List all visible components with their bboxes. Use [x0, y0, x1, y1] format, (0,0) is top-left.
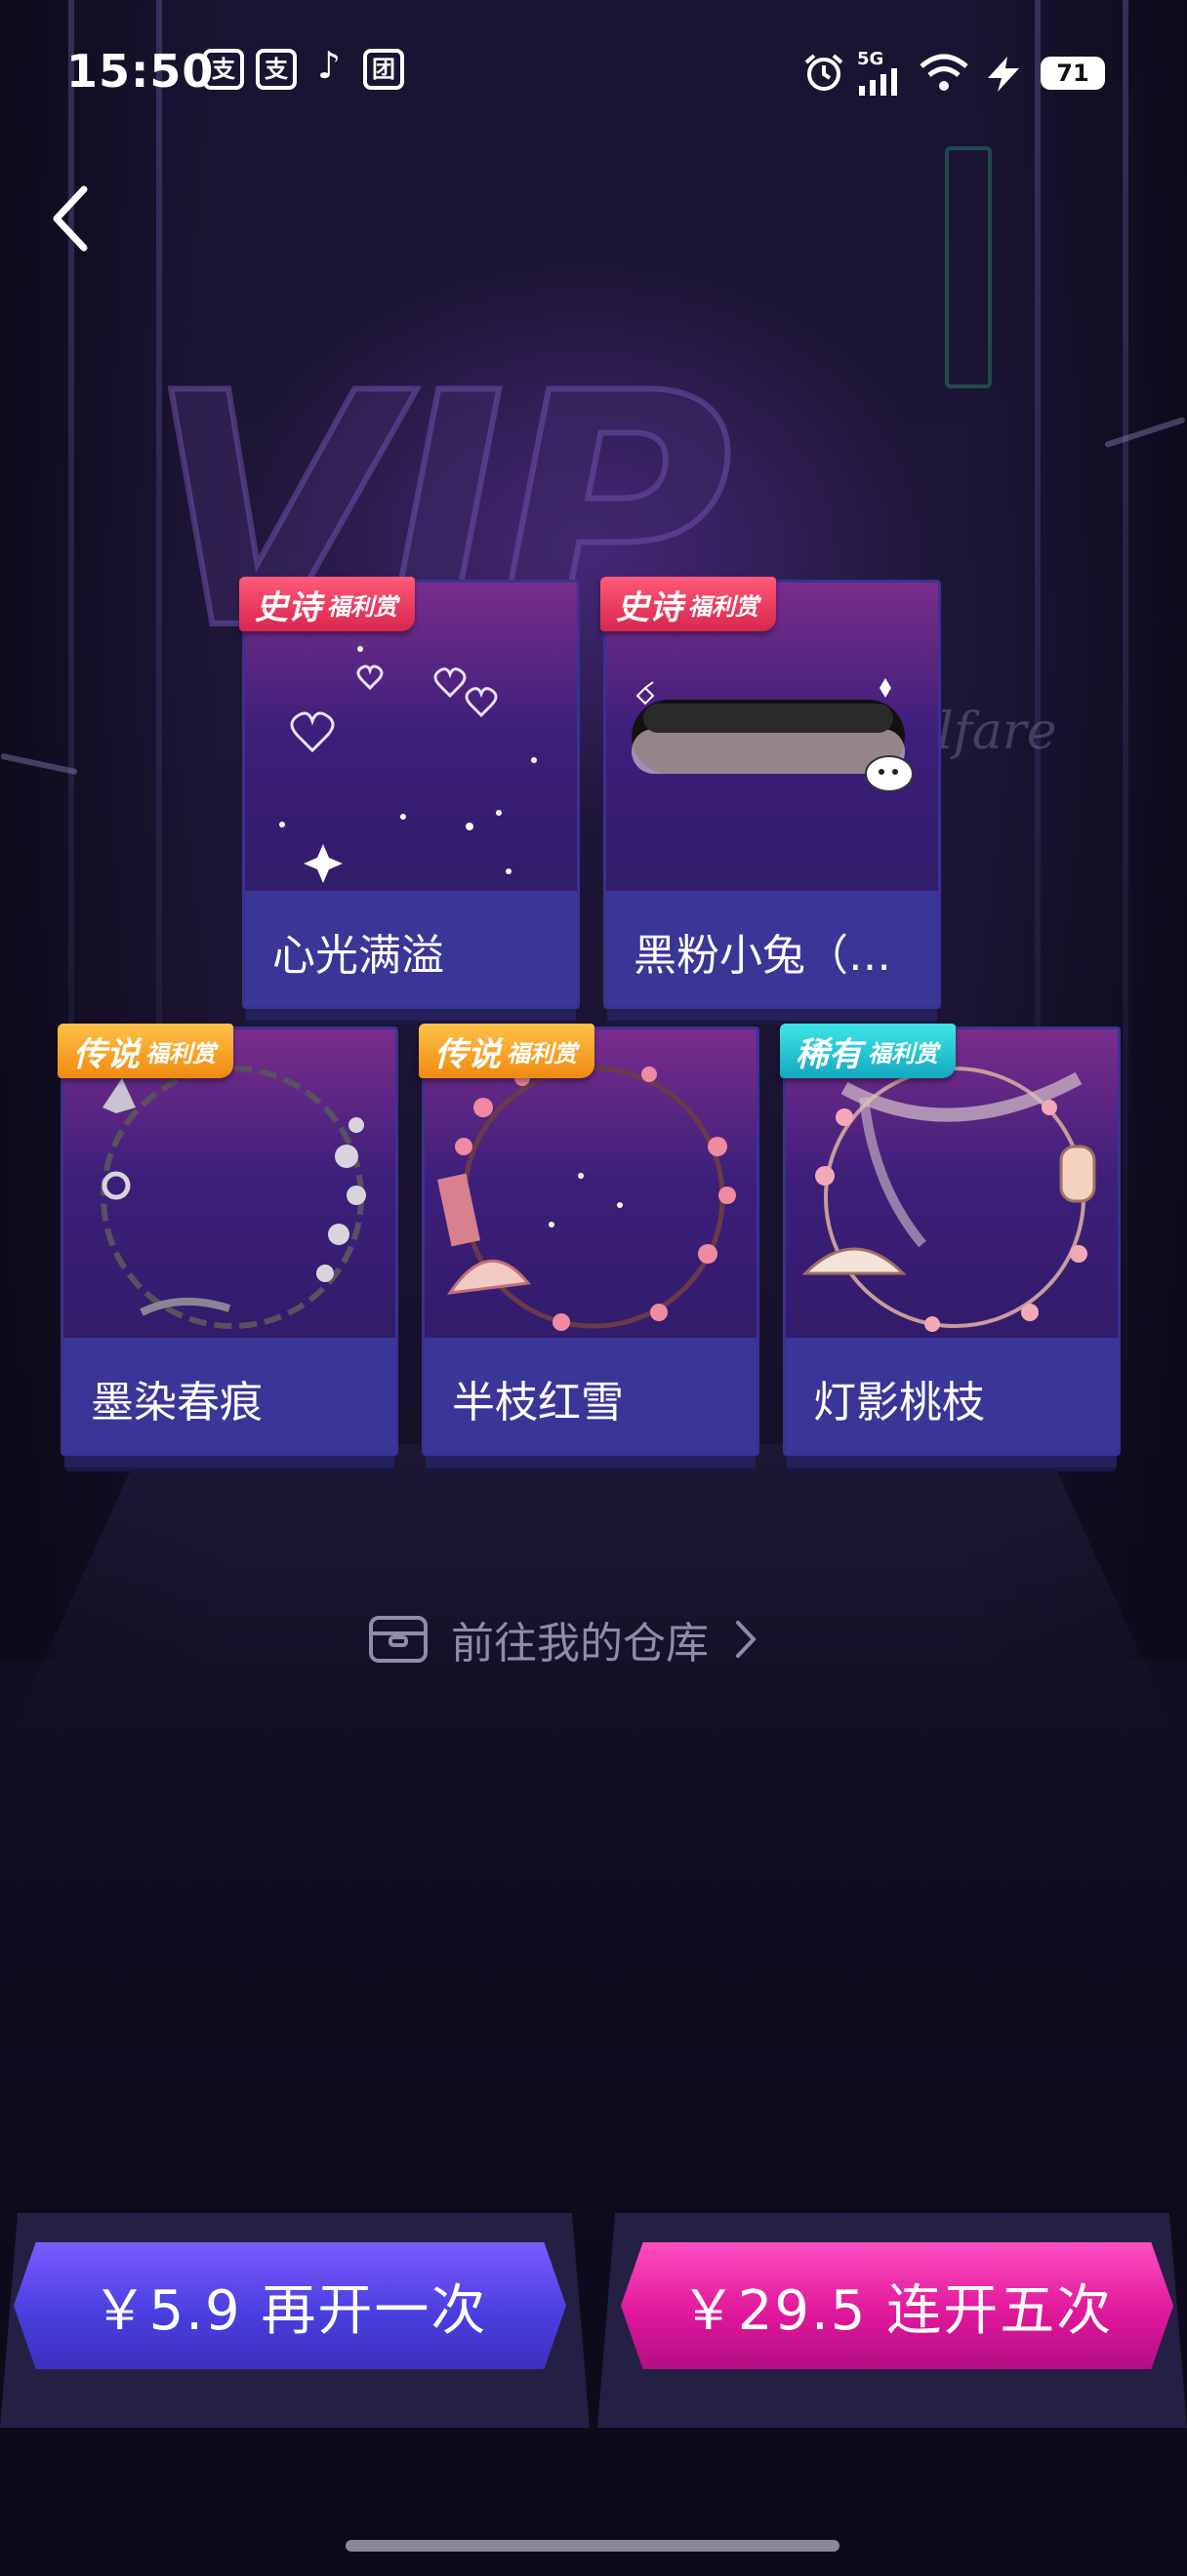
card-name-area: 墨染春痕 [63, 1338, 395, 1453]
douyin-icon: ♪ [316, 44, 342, 87]
open-again-button[interactable]: ￥5.9 再开一次 [14, 2242, 566, 2369]
status-bar: 15:50 支 支 ♪ 团 5G 71 [0, 0, 1187, 146]
rarity-badge: 史诗 福利赏 [600, 577, 776, 631]
box-icon [369, 1616, 428, 1663]
card-name-area: 半枝红雪 [425, 1338, 757, 1453]
charging-icon [988, 57, 1019, 92]
reward-card[interactable]: 史诗 福利赏 心光满溢 [239, 577, 580, 1009]
rarity-badge: 史诗 福利赏 [239, 577, 415, 631]
alarm-icon [804, 54, 843, 91]
chevron-right-icon [736, 1621, 757, 1658]
neon-sign [945, 146, 992, 388]
card-name-area: 灯影桃枝 [786, 1338, 1118, 1453]
reward-card[interactable]: 传说 福利赏 墨染春痕 [58, 1024, 398, 1456]
warehouse-link-label: 前往我的仓库 [451, 1619, 709, 1669]
rarity-badge: 传说 福利赏 [419, 1024, 594, 1078]
wifi-icon [920, 54, 968, 91]
signal-icon [859, 68, 897, 96]
background-stripe [1123, 0, 1128, 1464]
card-name: 半枝红雪 [452, 1378, 624, 1428]
open-five-button[interactable]: ￥29.5 连开五次 [621, 2242, 1173, 2369]
card-name: 心光满溢 [272, 931, 444, 981]
meituan-icon: 团 [363, 49, 404, 90]
rarity-badge: 传说 福利赏 [58, 1024, 233, 1078]
open-again-button-wrap: ￥5.9 再开一次 [0, 2213, 590, 2437]
home-indicator[interactable] [346, 2540, 839, 2552]
status-time: 15:50 [66, 45, 215, 98]
chevron-left-icon[interactable] [39, 176, 107, 263]
reward-card[interactable]: 史诗 福利赏 黑粉小兔（… [600, 577, 941, 1009]
open-five-button-wrap: ￥29.5 连开五次 [597, 2213, 1187, 2437]
battery-icon: 71 [1041, 57, 1105, 90]
card-name-area: 心光满溢 [245, 891, 577, 1006]
warehouse-link[interactable]: 前往我的仓库 [367, 1600, 761, 1678]
reward-card[interactable]: 稀有 福利赏 灯影桃枝 [780, 1024, 1121, 1456]
card-name: 灯影桃枝 [813, 1378, 985, 1428]
card-name-area: 黑粉小兔（… [606, 891, 938, 1006]
welfare-background-text: lfare [937, 703, 1057, 761]
alipay-icon: 支 [256, 49, 297, 90]
card-name: 墨染春痕 [91, 1378, 263, 1428]
rarity-badge: 稀有 福利赏 [780, 1024, 956, 1078]
reward-card[interactable]: 传说 福利赏 半枝红雪 [419, 1024, 759, 1456]
alipay-icon: 支 [203, 49, 244, 90]
card-name: 黑粉小兔（… [634, 931, 891, 981]
